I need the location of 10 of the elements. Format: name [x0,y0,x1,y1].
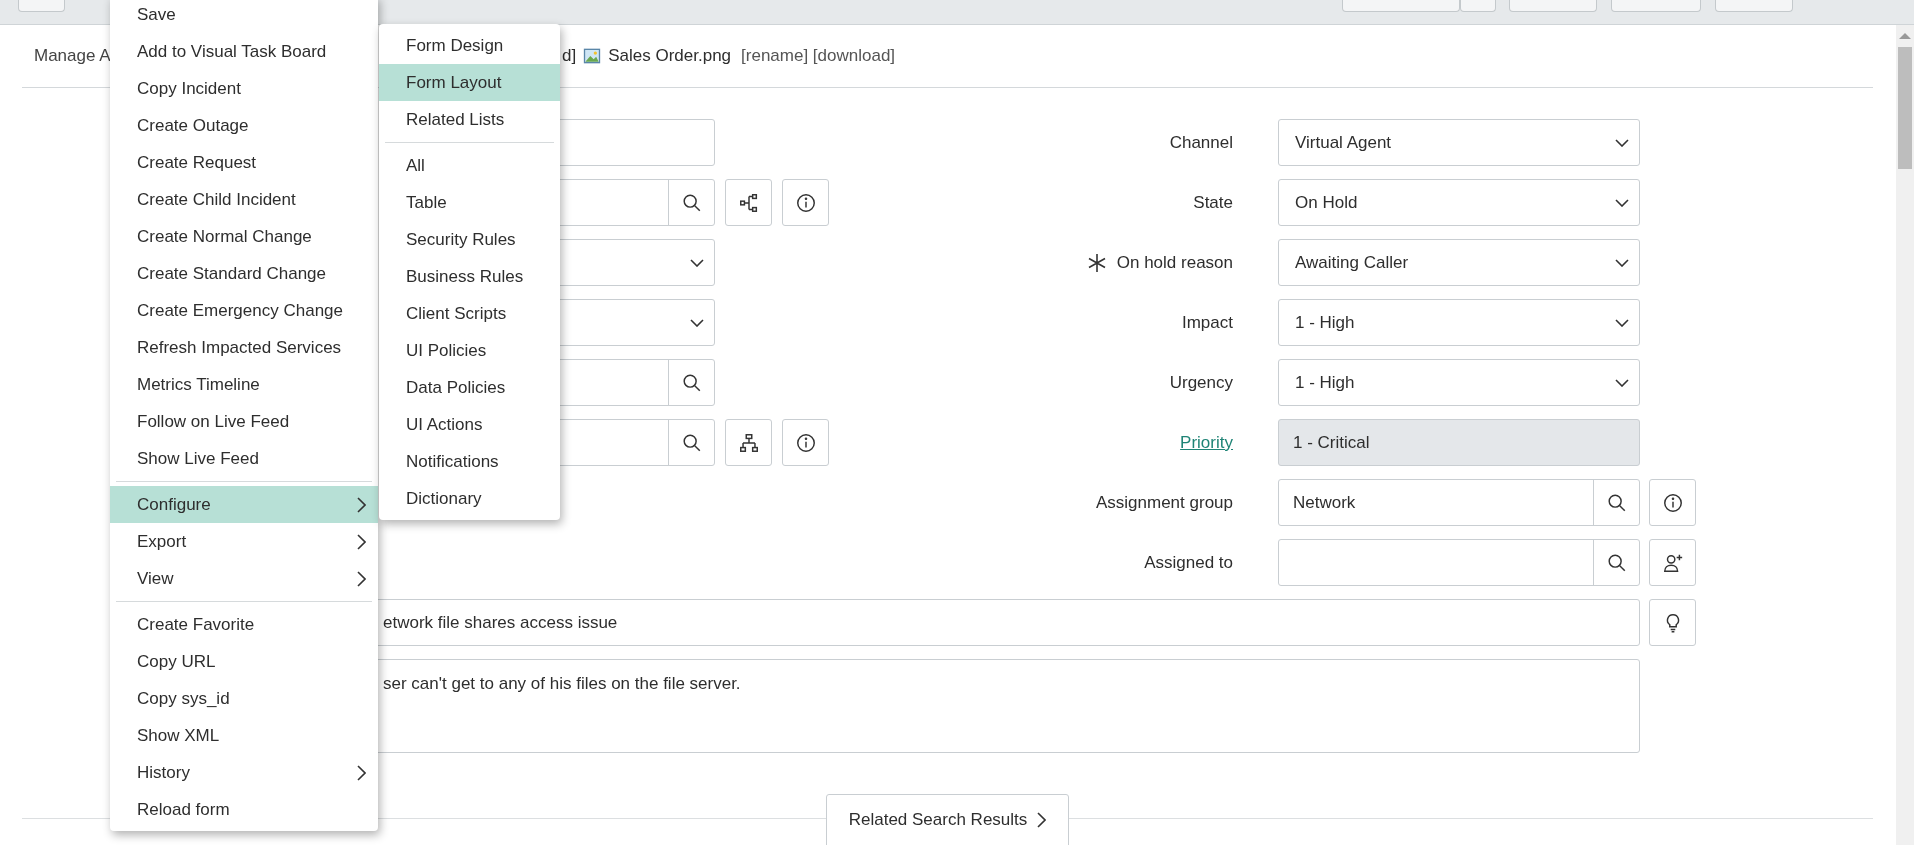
field-label: State [1193,192,1233,213]
field-label: Assignment group [1095,492,1233,513]
field-label: Assigned to [1144,552,1233,573]
field-label: Impact [1181,312,1233,333]
field-label: Channel [1169,132,1233,153]
field-label: On hold reason [1116,252,1233,273]
field-value: Network [1293,492,1356,512]
read-only-field: 1 - Critical [1278,419,1640,466]
field-label: Urgency [1169,372,1233,393]
attachment-text: d] [562,46,577,66]
